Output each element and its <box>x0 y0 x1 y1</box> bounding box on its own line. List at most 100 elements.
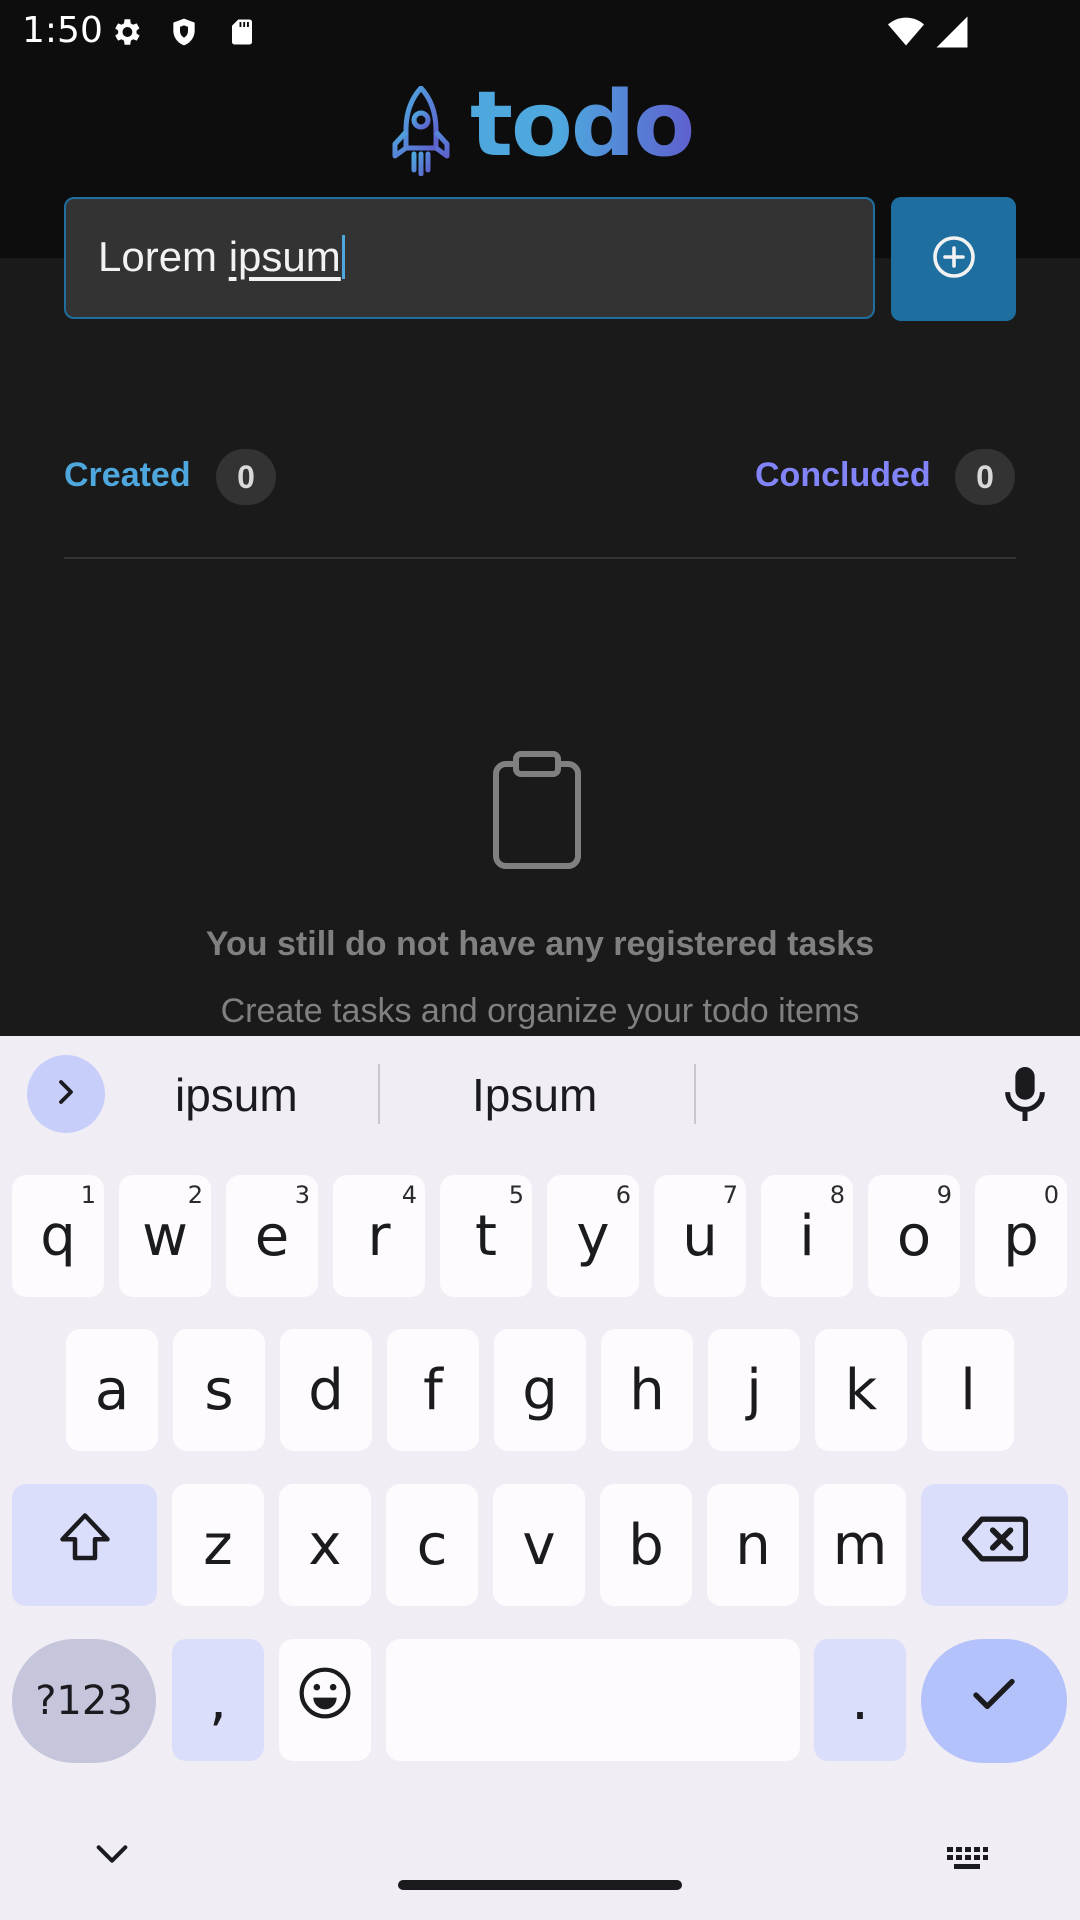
key-d[interactable]: d <box>280 1329 372 1451</box>
key-x[interactable]: x <box>279 1484 371 1606</box>
emoji-key[interactable] <box>279 1639 371 1761</box>
key-hint: 0 <box>1043 1181 1059 1209</box>
empty-state-subtitle: Create tasks and organize your todo item… <box>220 992 860 1030</box>
key-label: c <box>416 1512 448 1578</box>
clipboard-icon <box>492 750 582 870</box>
key-label: g <box>522 1357 558 1423</box>
key-label: t <box>475 1203 497 1269</box>
key-r[interactable]: r4 <box>333 1175 425 1297</box>
period-key[interactable]: . <box>814 1639 906 1761</box>
suggestion-divider <box>694 1064 696 1124</box>
key-hint: 5 <box>508 1181 524 1209</box>
key-hint: 2 <box>187 1181 203 1209</box>
key-hint: 6 <box>615 1181 631 1209</box>
concluded-label: Concluded <box>755 456 931 494</box>
key-label: a <box>94 1357 130 1423</box>
text-caret <box>341 235 345 279</box>
key-hint: 1 <box>80 1181 96 1209</box>
task-input[interactable]: Lorem ipsum <box>64 197 875 319</box>
key-label: q <box>40 1203 76 1269</box>
key-t[interactable]: t5 <box>440 1175 532 1297</box>
key-f[interactable]: f <box>387 1329 479 1451</box>
key-g[interactable]: g <box>494 1329 586 1451</box>
key-o[interactable]: o9 <box>868 1175 960 1297</box>
key-j[interactable]: j <box>708 1329 800 1451</box>
divider <box>64 557 1016 559</box>
key-n[interactable]: n <box>707 1484 799 1606</box>
key-label: x <box>308 1512 342 1578</box>
key-y[interactable]: y6 <box>547 1175 639 1297</box>
key-label: n <box>735 1512 771 1578</box>
shield-icon <box>166 14 202 50</box>
key-k[interactable]: k <box>815 1329 907 1451</box>
created-count-badge: 0 <box>216 449 276 505</box>
key-p[interactable]: p0 <box>975 1175 1067 1297</box>
key-label: w <box>142 1203 188 1269</box>
key-z[interactable]: z <box>172 1484 264 1606</box>
symbols-key[interactable]: ?123 <box>12 1639 156 1763</box>
keyboard-switch-icon[interactable] <box>945 1845 989 1873</box>
sd-card-icon <box>224 14 260 50</box>
suggestion-expand-button[interactable] <box>27 1055 105 1133</box>
suggestion-2[interactable]: Ipsum <box>472 1068 597 1122</box>
key-label: z <box>203 1512 233 1578</box>
key-label: e <box>254 1203 290 1269</box>
key-hint: 7 <box>722 1181 738 1209</box>
key-w[interactable]: w2 <box>119 1175 211 1297</box>
shift-arrow-icon <box>55 1508 115 1582</box>
key-q[interactable]: q1 <box>12 1175 104 1297</box>
key-label: h <box>629 1357 665 1423</box>
key-l[interactable]: l <box>922 1329 1014 1451</box>
key-label: v <box>522 1512 556 1578</box>
backspace-icon <box>961 1513 1028 1578</box>
key-u[interactable]: u7 <box>654 1175 746 1297</box>
concluded-count-badge: 0 <box>955 449 1015 505</box>
key-m[interactable]: m <box>814 1484 906 1606</box>
space-key[interactable] <box>386 1639 800 1761</box>
key-s[interactable]: s <box>173 1329 265 1451</box>
key-hint: 4 <box>401 1181 417 1209</box>
key-label: k <box>844 1357 878 1423</box>
key-label: r <box>367 1203 391 1269</box>
key-e[interactable]: e3 <box>226 1175 318 1297</box>
key-label: i <box>799 1203 815 1269</box>
key-label: y <box>576 1203 610 1269</box>
soft-keyboard <box>0 1036 1080 1920</box>
key-label: p <box>1003 1203 1039 1269</box>
gear-icon <box>108 14 144 50</box>
battery-icon <box>982 14 1018 50</box>
empty-state-title: You still do not have any registered tas… <box>205 925 875 963</box>
key-label: o <box>896 1203 932 1269</box>
check-icon <box>967 1667 1021 1735</box>
signal-icon <box>934 14 970 50</box>
key-b[interactable]: b <box>600 1484 692 1606</box>
mic-icon[interactable] <box>995 1063 1055 1125</box>
key-c[interactable]: c <box>386 1484 478 1606</box>
hide-keyboard-chevron-icon[interactable] <box>92 1840 132 1868</box>
key-h[interactable]: h <box>601 1329 693 1451</box>
task-input-value: Lorem ipsum <box>98 233 345 281</box>
key-label: d <box>308 1357 344 1423</box>
comma-key[interactable]: , <box>172 1639 264 1761</box>
home-indicator <box>398 1880 682 1890</box>
wifi-icon <box>888 14 924 50</box>
key-i[interactable]: i8 <box>761 1175 853 1297</box>
key-label: j <box>746 1357 762 1423</box>
enter-key[interactable] <box>921 1639 1067 1763</box>
emoji-icon <box>297 1665 353 1735</box>
key-label: f <box>423 1357 443 1423</box>
key-label: l <box>960 1357 976 1423</box>
key-hint: 3 <box>294 1181 310 1209</box>
add-task-button[interactable] <box>891 197 1016 321</box>
key-label: b <box>628 1512 664 1578</box>
key-label: m <box>832 1512 888 1578</box>
key-v[interactable]: v <box>493 1484 585 1606</box>
rocket-icon <box>390 84 452 177</box>
suggestion-1[interactable]: ipsum <box>175 1068 298 1122</box>
key-a[interactable]: a <box>66 1329 158 1451</box>
backspace-key[interactable] <box>921 1484 1068 1606</box>
suggestion-divider <box>378 1064 380 1124</box>
key-label: u <box>682 1203 718 1269</box>
key-hint: 8 <box>829 1181 845 1209</box>
shift-key[interactable] <box>12 1484 157 1606</box>
